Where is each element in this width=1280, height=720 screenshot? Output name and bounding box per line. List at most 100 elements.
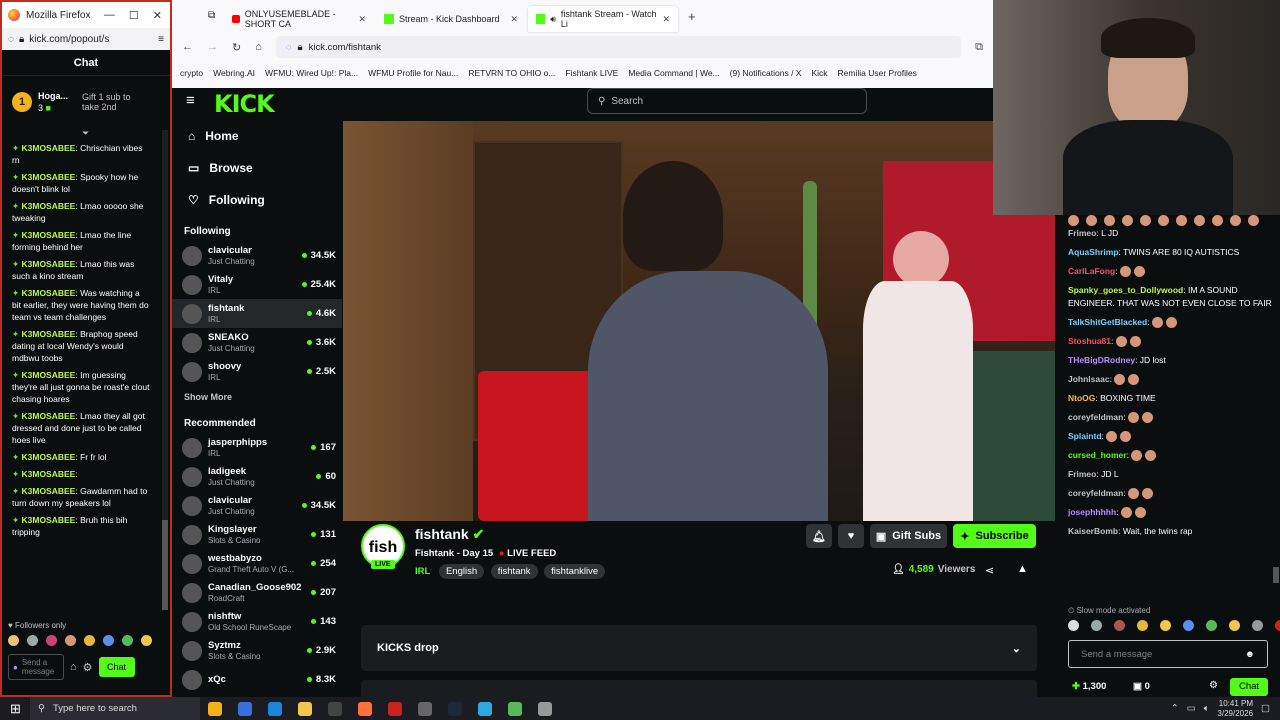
sidebar-channel-fishtank[interactable]: fishtank IRL 4.6K — [172, 299, 342, 328]
emote-icon[interactable] — [1137, 620, 1148, 631]
message-username[interactable]: K3MOSABEE — [22, 515, 76, 525]
message-username[interactable]: NtoOG — [1068, 393, 1095, 403]
firefox-taskbar-icon[interactable] — [358, 701, 372, 716]
reload-icon[interactable]: ↻ — [232, 41, 241, 54]
windows-start-icon[interactable]: ⊞ — [10, 701, 21, 717]
popout-urlbar[interactable]: ◌ 🔒︎ kick.com/popout/s ≡ — [2, 28, 170, 50]
volume-icon[interactable]: 🔈︎ — [1204, 703, 1210, 714]
minimize-icon[interactable]: — — [104, 9, 115, 22]
extension-icon[interactable]: ⧉ — [975, 41, 983, 54]
follow-button[interactable]: ♥ — [838, 524, 864, 548]
taskview-icon[interactable] — [238, 701, 252, 716]
sidebar-channel-vitaly[interactable]: Vitaly IRL 25.4K — [172, 270, 342, 299]
emote-icon[interactable] — [1206, 620, 1217, 631]
emote-icon[interactable] — [122, 635, 133, 646]
network-icon[interactable]: ▭ — [1187, 703, 1196, 714]
notification-bell-button[interactable]: 🔔︎ — [806, 524, 832, 548]
emote-icon[interactable] — [1114, 620, 1125, 631]
minecraft-icon[interactable] — [508, 701, 522, 716]
message-username[interactable]: cursed_homer — [1068, 450, 1127, 460]
message-username[interactable]: Frimeo — [1068, 228, 1096, 238]
gift-box-icon[interactable]: ⌂ — [70, 661, 77, 673]
emote-icon[interactable] — [8, 635, 19, 646]
sidebar-channel-sneako[interactable]: SNEAKO Just Chatting 3.6K — [172, 328, 342, 357]
bookmark-item[interactable]: WFMU Profile for Nau... — [368, 68, 458, 78]
show-more-link[interactable]: Show More — [172, 386, 342, 408]
maximize-icon[interactable]: ☐ — [129, 9, 139, 22]
emote-icon[interactable] — [1229, 620, 1240, 631]
sidebar-channel-clavicular[interactable]: clavicular Just Chatting 34.5K — [172, 491, 342, 520]
emote-icon[interactable] — [1252, 620, 1263, 631]
bookmark-item[interactable]: Fishtank LIVE — [565, 68, 618, 78]
message-username[interactable]: Johnlsaac — [1068, 374, 1110, 384]
emote-icon[interactable] — [1183, 620, 1194, 631]
close-tab-icon[interactable]: ✕ — [358, 14, 366, 25]
bookmark-item[interactable]: crypto — [180, 68, 203, 78]
steam-icon[interactable] — [448, 701, 462, 716]
app-icon[interactable] — [538, 701, 552, 716]
message-username[interactable]: K3MOSABEE — [22, 172, 76, 182]
emote-icon[interactable] — [141, 635, 152, 646]
audio-icon[interactable]: 🔊︎ — [550, 14, 556, 25]
scroll-down-icon[interactable]: ⏷ — [82, 128, 89, 139]
message-username[interactable]: K3MOSABEE — [22, 230, 76, 240]
gift-leaderboard[interactable]: 1 Hoga... 3 ■ Gift 1 sub to take 2nd — [2, 76, 170, 128]
sidebar-channel-shoovy[interactable]: shoovy IRL 2.5K — [172, 357, 342, 386]
message-username[interactable]: K3MOSABEE — [22, 486, 76, 496]
channel-name[interactable]: fishtank ✔ — [415, 526, 484, 543]
sidebar-channel-westbabyzo[interactable]: westbabyzo Grand Theft Auto V (G... 254 — [172, 549, 342, 578]
tag-pill[interactable]: fishtanklive — [544, 564, 606, 579]
message-username[interactable]: K3MOSABEE — [22, 469, 76, 479]
bookmark-item[interactable]: Media Command | We... — [628, 68, 719, 78]
new-tab-button[interactable]: + — [688, 9, 696, 24]
taskbar-clock[interactable]: 10:41 PM 3/29/2026 — [1217, 699, 1253, 719]
bookmark-item[interactable]: Webring.AI — [213, 68, 255, 78]
bookmark-item[interactable]: WFMU: Wired Up!: Pla... — [265, 68, 358, 78]
emoji-icon[interactable]: ☻ — [1245, 649, 1255, 660]
nav-following[interactable]: ♡ Following — [172, 184, 342, 216]
obs-icon[interactable] — [328, 701, 342, 716]
emote-icon[interactable] — [65, 635, 76, 646]
popout-scrollbar[interactable] — [162, 130, 168, 610]
bookmark-item[interactable]: Kick — [811, 68, 827, 78]
subscribe-button[interactable]: ✦ Subscribe — [953, 524, 1036, 548]
home-button-icon[interactable]: ⌂ — [255, 41, 262, 53]
address-bar[interactable]: ◌ 🔒︎ kick.com/fishtank — [275, 36, 962, 58]
gift-count[interactable]: ▣ 0 — [1133, 681, 1150, 692]
sidebar-channel-ladigeek[interactable]: ladigeek Just Chatting 60 — [172, 462, 342, 491]
tab-list-icon[interactable]: ⧉ — [208, 10, 215, 21]
settings-icon[interactable]: ⚙ — [83, 661, 93, 674]
close-tab-icon[interactable]: ✕ — [510, 14, 518, 25]
sidebar-channel-syztmz[interactable]: Syztmz Slots & Casino 2.9K — [172, 636, 342, 665]
video-player[interactable] — [343, 121, 1055, 521]
message-username[interactable]: coreyfeldman — [1068, 488, 1123, 498]
close-tab-icon[interactable]: ✕ — [662, 14, 670, 25]
category-link[interactable]: IRL — [415, 566, 430, 577]
emote-icon[interactable] — [1275, 620, 1280, 631]
tab-youtube[interactable]: ONLYUSEMEBLADE - SHORT CA ✕ — [224, 6, 374, 32]
message-username[interactable]: K3MOSABEE — [22, 411, 76, 421]
chat-message-input[interactable]: Send a message ☻ — [1068, 640, 1268, 668]
kick-logo[interactable]: KICK — [214, 90, 275, 118]
message-username[interactable]: K3MOSABEE — [22, 329, 76, 339]
message-username[interactable]: josephhhhh — [1068, 507, 1116, 517]
bookmark-item[interactable]: Remilia User Profiles — [838, 68, 917, 78]
tag-pill[interactable]: English — [438, 564, 485, 579]
kicks-drop-panel[interactable]: KICKS drop ⌄ — [361, 625, 1037, 671]
search-input[interactable]: ⚲ Search — [587, 88, 867, 114]
message-username[interactable]: K3MOSABEE — [22, 370, 76, 380]
bookmark-item[interactable]: (9) Notifications / X — [730, 68, 802, 78]
message-username[interactable]: K3MOSABEE — [22, 201, 76, 211]
report-icon[interactable]: ▲ — [1017, 563, 1028, 575]
tag-pill[interactable]: fishtank — [490, 564, 538, 579]
chat-settings-icon[interactable]: ⚙ — [1209, 680, 1218, 691]
message-username[interactable]: K3MOSABEE — [22, 259, 76, 269]
notification-center-icon[interactable]: ▢ — [1261, 703, 1270, 714]
bookmark-item[interactable]: RETVRN TO OHIO o... — [468, 68, 555, 78]
emote-icon[interactable] — [84, 635, 95, 646]
mic-icon[interactable]: ● — [13, 663, 18, 672]
emote-icon[interactable] — [1091, 620, 1102, 631]
message-username[interactable]: THeBigDRodney — [1068, 355, 1135, 365]
back-icon[interactable]: ← — [182, 41, 193, 53]
message-username[interactable]: Stoshua81 — [1068, 336, 1111, 346]
